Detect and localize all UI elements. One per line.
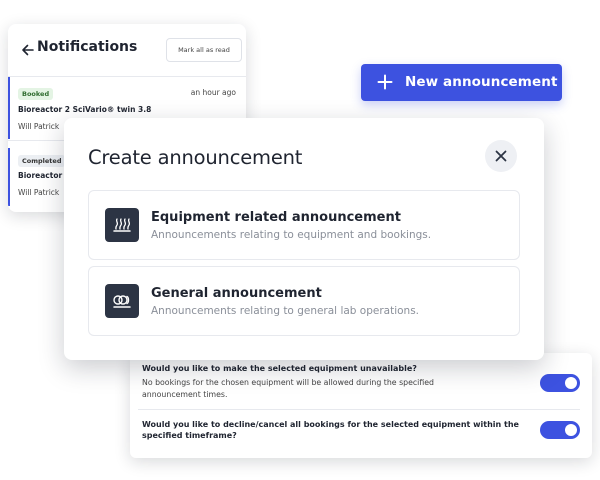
option-description: Announcements relating to general lab op… (151, 305, 420, 317)
new-announcement-label: New announcement (405, 74, 558, 90)
new-announcement-button[interactable]: New announcement (361, 64, 562, 101)
announcement-settings-card: Would you like to make the selected equi… (130, 353, 592, 458)
mark-all-read-button[interactable]: Mark all as read (166, 38, 242, 62)
toggle-knob (565, 424, 577, 436)
status-badge: Booked (18, 88, 54, 100)
notification-equipment: Bioreactor 2 SciVario® twin 3.8 (18, 105, 152, 114)
divider (138, 409, 580, 410)
equipment-announcement-option[interactable]: Equipment related announcement Announcem… (88, 190, 520, 260)
general-announcement-option[interactable]: General announcement Announcements relat… (88, 266, 520, 336)
notification-user: Will Patrick (18, 188, 60, 197)
unavailable-question: Would you like to make the selected equi… (142, 364, 417, 373)
plus-icon (377, 74, 393, 90)
toggle-knob (565, 377, 577, 389)
general-operations-icon (105, 284, 139, 318)
option-title: Equipment related announcement (151, 210, 401, 225)
unread-indicator (8, 148, 10, 206)
option-description: Announcements relating to equipment and … (151, 229, 432, 241)
unavailable-toggle[interactable] (540, 374, 580, 392)
arrow-left-icon[interactable] (21, 42, 35, 56)
notifications-title: Notifications (37, 39, 138, 55)
notifications-header: Notifications Mark all as read (8, 24, 246, 77)
modal-title: Create announcement (88, 146, 303, 169)
notification-user: Will Patrick (18, 122, 60, 131)
close-button[interactable] (485, 140, 517, 172)
status-badge: Completed (18, 155, 66, 167)
unread-indicator (8, 77, 10, 139)
decline-bookings-question: Would you like to decline/cancel all boo… (142, 420, 519, 440)
unavailable-description: No bookings for the chosen equipment wil… (142, 378, 434, 399)
equipment-icon (105, 208, 139, 242)
create-announcement-modal: Create announcement Equipment related an… (64, 118, 544, 360)
notification-equipment: Bioreactor (18, 171, 63, 180)
notification-time: an hour ago (190, 88, 236, 97)
decline-bookings-toggle[interactable] (540, 421, 580, 439)
option-title: General announcement (151, 286, 322, 301)
